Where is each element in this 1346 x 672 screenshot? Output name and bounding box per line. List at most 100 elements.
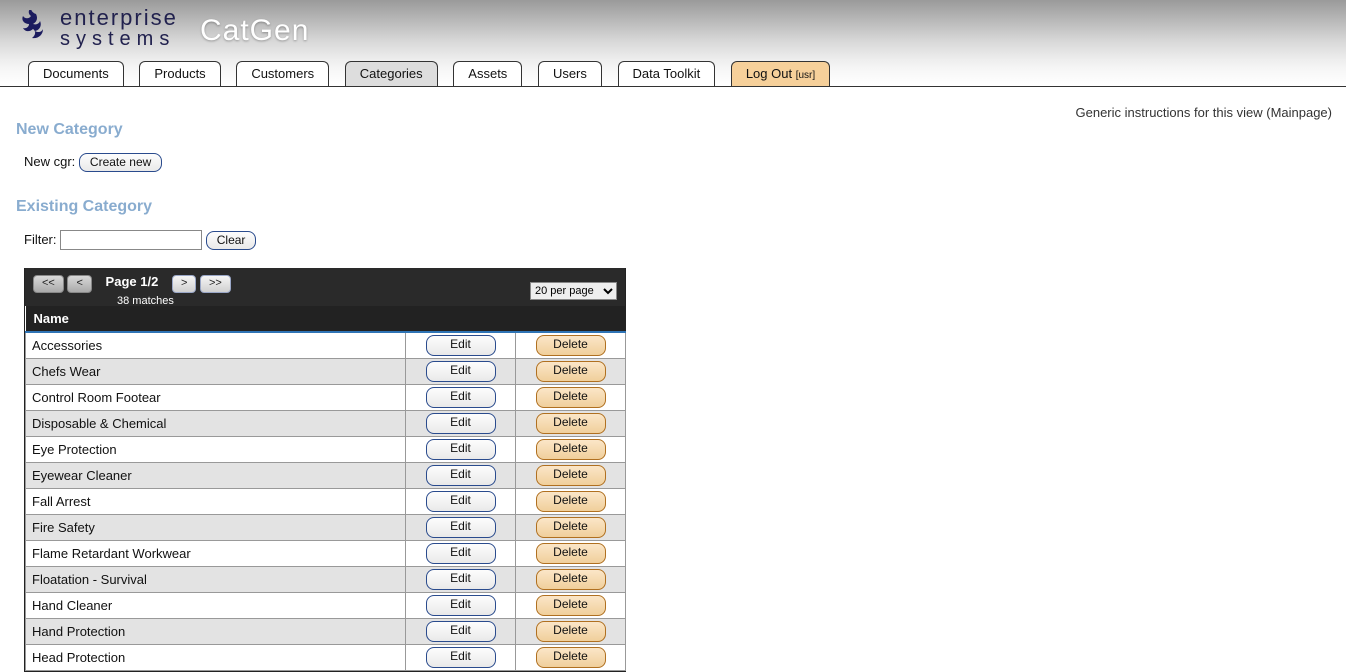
edit-cell: Edit xyxy=(406,489,516,515)
edit-button[interactable]: Edit xyxy=(426,543,496,564)
category-name-cell: Flame Retardant Workwear xyxy=(26,541,406,567)
pager-next-button[interactable]: > xyxy=(172,275,196,293)
delete-cell: Delete xyxy=(516,593,626,619)
category-name-cell: Disposable & Chemical xyxy=(26,411,406,437)
edit-button[interactable]: Edit xyxy=(426,439,496,460)
category-name-cell: Head Protection xyxy=(26,645,406,671)
edit-cell: Edit xyxy=(406,541,516,567)
delete-button[interactable]: Delete xyxy=(536,335,606,356)
tab-products[interactable]: Products xyxy=(139,61,220,86)
edit-cell: Edit xyxy=(406,567,516,593)
delete-cell: Delete xyxy=(516,411,626,437)
create-new-button[interactable]: Create new xyxy=(79,153,162,172)
table-row: Floatation - Survival Edit Delete xyxy=(26,567,626,593)
tab-assets[interactable]: Assets xyxy=(453,61,522,86)
logout-user: [usr] xyxy=(796,70,815,81)
delete-button[interactable]: Delete xyxy=(536,621,606,642)
edit-button[interactable]: Edit xyxy=(426,491,496,512)
delete-button[interactable]: Delete xyxy=(536,491,606,512)
tab-users[interactable]: Users xyxy=(538,61,602,86)
category-name-cell: Fire Safety xyxy=(26,515,406,541)
delete-cell: Delete xyxy=(516,489,626,515)
edit-button[interactable]: Edit xyxy=(426,647,496,668)
edit-button[interactable]: Edit xyxy=(426,595,496,616)
pager-first-button[interactable]: << xyxy=(33,275,64,293)
delete-button[interactable]: Delete xyxy=(536,647,606,668)
delete-cell: Delete xyxy=(516,619,626,645)
tab-documents[interactable]: Documents xyxy=(28,61,124,86)
table-row: Disposable & Chemical Edit Delete xyxy=(26,411,626,437)
grid-header-name: Name xyxy=(26,306,626,332)
tab-data-toolkit[interactable]: Data Toolkit xyxy=(618,61,716,86)
tab-logout[interactable]: Log Out [usr] xyxy=(731,61,830,86)
pager-prev-button[interactable]: < xyxy=(67,275,91,293)
tab-customers[interactable]: Customers xyxy=(236,61,329,86)
new-cgr-row: New cgr: Create new xyxy=(24,153,1330,172)
filter-label: Filter: xyxy=(24,232,57,247)
category-name-cell: Hand Protection xyxy=(26,619,406,645)
app-title: CatGen xyxy=(200,14,309,48)
edit-button[interactable]: Edit xyxy=(426,569,496,590)
edit-button[interactable]: Edit xyxy=(426,621,496,642)
edit-button[interactable]: Edit xyxy=(426,465,496,486)
brand-text: enterprise systems xyxy=(60,8,178,48)
per-page-select[interactable]: 10 per page20 per page50 per page100 per… xyxy=(530,282,617,300)
category-name-cell: Hand Cleaner xyxy=(26,593,406,619)
delete-button[interactable]: Delete xyxy=(536,413,606,434)
table-row: Flame Retardant Workwear Edit Delete xyxy=(26,541,626,567)
table-row: Fall ArrestEditDelete xyxy=(26,489,626,515)
edit-cell: Edit xyxy=(406,332,516,359)
table-row: Hand Protection Edit Delete xyxy=(26,619,626,645)
delete-cell: Delete xyxy=(516,463,626,489)
table-row: Fire Safety Edit Delete xyxy=(26,515,626,541)
filter-input[interactable] xyxy=(60,230,202,250)
edit-cell: Edit xyxy=(406,645,516,671)
delete-button[interactable]: Delete xyxy=(536,595,606,616)
edit-cell: Edit xyxy=(406,463,516,489)
delete-button[interactable]: Delete xyxy=(536,387,606,408)
logout-label: Log Out xyxy=(746,66,792,81)
section-existing-category: Existing Category xyxy=(16,198,1330,216)
edit-button[interactable]: Edit xyxy=(426,387,496,408)
delete-button[interactable]: Delete xyxy=(536,361,606,382)
edit-cell: Edit xyxy=(406,385,516,411)
delete-button[interactable]: Delete xyxy=(536,569,606,590)
category-name-cell: Floatation - Survival xyxy=(26,567,406,593)
edit-button[interactable]: Edit xyxy=(426,413,496,434)
delete-button[interactable]: Delete xyxy=(536,439,606,460)
clear-filter-button[interactable]: Clear xyxy=(206,231,257,250)
brand-logo-icon xyxy=(18,10,54,46)
view-instructions: Generic instructions for this view (Main… xyxy=(1076,105,1333,120)
pager-last-button[interactable]: >> xyxy=(200,275,231,293)
delete-cell: Delete xyxy=(516,437,626,463)
edit-button[interactable]: Edit xyxy=(426,361,496,382)
table-row: Hand Cleaner Edit Delete xyxy=(26,593,626,619)
category-table: << < Page 1/2 > >> 38 matches 10 per pag… xyxy=(24,268,626,672)
delete-cell: Delete xyxy=(516,332,626,359)
table-row: Eyewear CleanerEditDelete xyxy=(26,463,626,489)
delete-cell: Delete xyxy=(516,385,626,411)
pager-page-text: Page 1/2 xyxy=(106,274,159,289)
edit-cell: Edit xyxy=(406,359,516,385)
tab-categories[interactable]: Categories xyxy=(345,61,438,86)
delete-button[interactable]: Delete xyxy=(536,517,606,538)
edit-cell: Edit xyxy=(406,515,516,541)
category-name-cell: Eye Protection xyxy=(26,437,406,463)
new-cgr-label: New cgr: xyxy=(24,154,75,169)
edit-button[interactable]: Edit xyxy=(426,517,496,538)
delete-cell: Delete xyxy=(516,359,626,385)
delete-button[interactable]: Delete xyxy=(536,543,606,564)
brand-line2: systems xyxy=(60,28,175,50)
edit-button[interactable]: Edit xyxy=(426,335,496,356)
brand-line1: enterprise xyxy=(60,5,178,30)
edit-cell: Edit xyxy=(406,593,516,619)
delete-button[interactable]: Delete xyxy=(536,465,606,486)
edit-cell: Edit xyxy=(406,411,516,437)
table-row: Chefs WearEditDelete xyxy=(26,359,626,385)
table-row: Control Room FootearEditDelete xyxy=(26,385,626,411)
edit-cell: Edit xyxy=(406,619,516,645)
table-row: Head Protection Edit Delete xyxy=(26,645,626,671)
nav-tabs: Documents Products Customers Categories … xyxy=(0,60,1346,87)
category-name-cell: Accessories xyxy=(26,332,406,359)
table-row: Accessories Edit Delete xyxy=(26,332,626,359)
